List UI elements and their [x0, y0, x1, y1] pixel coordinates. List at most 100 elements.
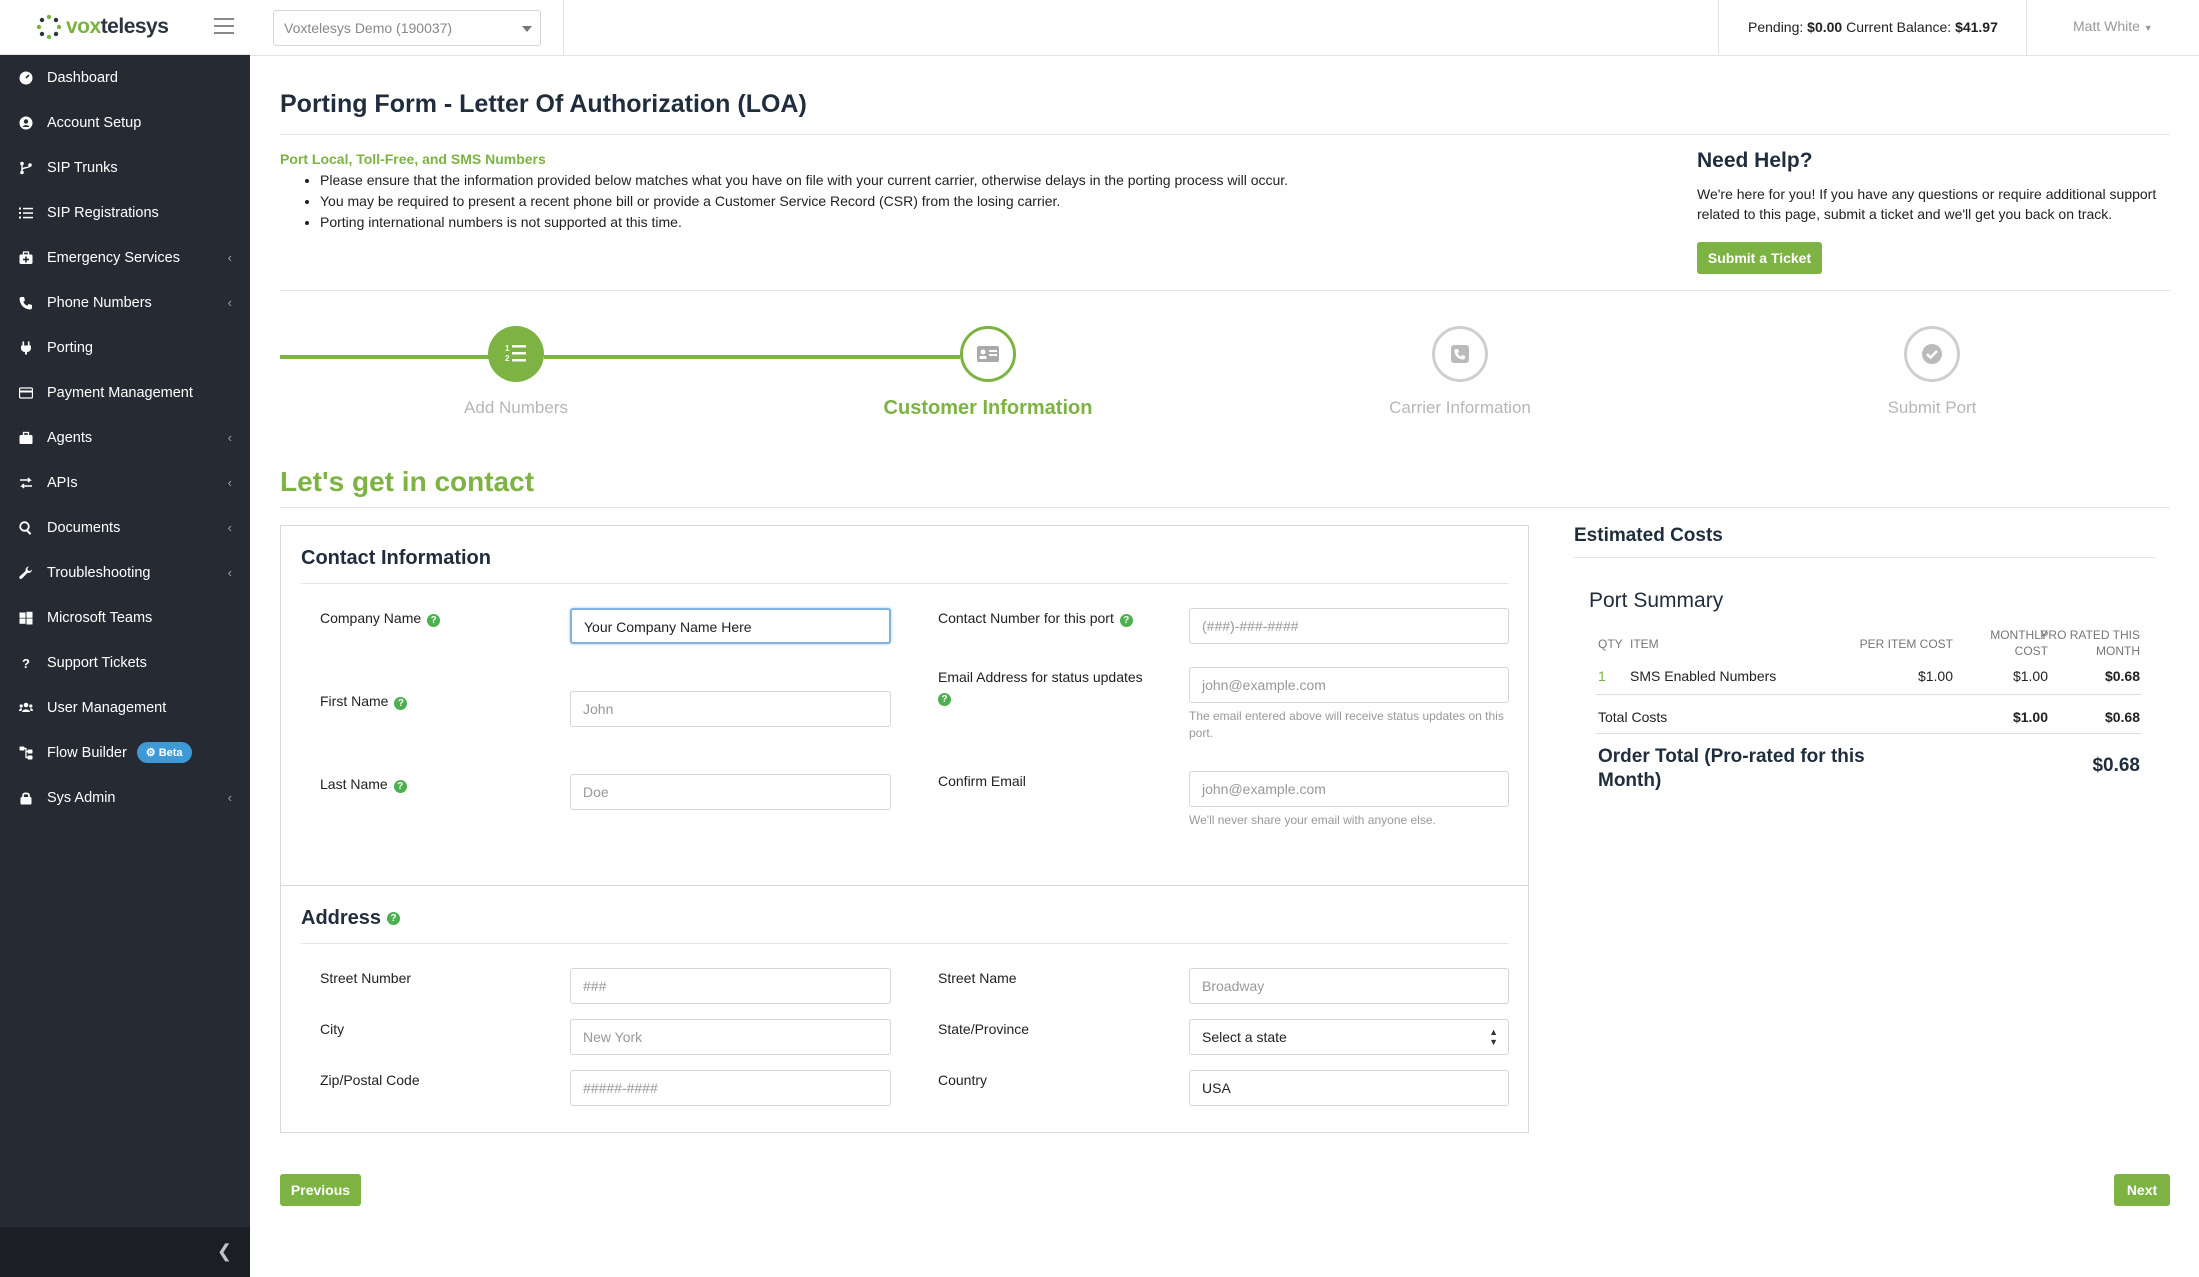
sidebar-item-label: Emergency Services: [47, 249, 180, 266]
help-icon[interactable]: ?: [938, 693, 951, 706]
step-customer-information[interactable]: [960, 326, 1016, 382]
next-button[interactable]: Next: [2114, 1174, 2170, 1206]
help-icon[interactable]: ?: [393, 780, 407, 793]
sidebar-item-flow-builder[interactable]: Flow Builder ⚙ Beta: [0, 730, 250, 775]
first-name-label: First Name?: [320, 691, 408, 711]
phone-square-icon: [1451, 345, 1469, 363]
card-title: Address?: [301, 907, 401, 930]
total-costs-label: Total Costs: [1598, 709, 1668, 725]
country-input[interactable]: USA: [1189, 1070, 1509, 1106]
sidebar-item-sys-admin[interactable]: Sys Admin ‹: [0, 775, 250, 820]
info-heading: Port Local, Toll-Free, and SMS Numbers: [280, 151, 546, 167]
sidebar-item-sip-trunks[interactable]: SIP Trunks: [0, 145, 250, 190]
zip-input[interactable]: #####-####: [570, 1070, 891, 1106]
sidebar-footer: ❮: [0, 1227, 250, 1277]
sidebar-item-label: Dashboard: [47, 69, 118, 86]
chevron-left-icon: ‹: [227, 565, 232, 580]
confirm-email-help-text: We'll never share your email with anyone…: [1189, 813, 1436, 827]
sidebar-item-sip-registrations[interactable]: SIP Registrations: [0, 190, 250, 235]
submit-ticket-button[interactable]: Submit a Ticket: [1697, 242, 1822, 274]
divider: [280, 134, 2170, 135]
row-prorated: $0.68: [2104, 668, 2140, 684]
svg-text:?: ?: [22, 656, 30, 670]
step-label: Carrier Information: [1389, 398, 1531, 417]
sidebar-item-payment-management[interactable]: Payment Management: [0, 370, 250, 415]
sidebar-item-agents[interactable]: Agents ‹: [0, 415, 250, 460]
sidebar-item-porting[interactable]: Porting: [0, 325, 250, 370]
help-icon[interactable]: ?: [1119, 614, 1133, 627]
sidebar-item-troubleshooting[interactable]: Troubleshooting ‹: [0, 550, 250, 595]
email-input[interactable]: john@example.com: [1189, 667, 1509, 703]
last-name-input[interactable]: Doe: [570, 774, 891, 810]
info-list: Please ensure that the information provi…: [320, 170, 1288, 233]
logo-icon: [36, 14, 62, 40]
chevron-left-icon: ‹: [227, 790, 232, 805]
user-menu[interactable]: Matt White ▼: [2073, 18, 2153, 34]
email-help-text: The email entered above will receive sta…: [1189, 709, 1504, 740]
total-monthly: $1.00: [2012, 709, 2048, 725]
help-icon[interactable]: ?: [427, 614, 441, 627]
state-select[interactable]: Select a state ▲ ▼: [1189, 1019, 1509, 1055]
step-label: Add Numbers: [464, 398, 568, 417]
first-name-input[interactable]: John: [570, 691, 891, 727]
step-carrier-information[interactable]: [1432, 326, 1488, 382]
step-label: Submit Port: [1887, 398, 1977, 417]
exchange-icon: [19, 476, 33, 490]
order-total-label: Order Total (Pro-rated for this Month): [1598, 746, 1865, 791]
sidebar-item-microsoft-teams[interactable]: Microsoft Teams: [0, 595, 250, 640]
step-connector: [544, 355, 960, 359]
sidebar-item-label: SIP Trunks: [47, 159, 118, 176]
confirm-email-input[interactable]: john@example.com: [1189, 771, 1509, 807]
id-card-icon: [977, 346, 999, 362]
street-name-input[interactable]: Broadway: [1189, 968, 1509, 1004]
topbar-divider: [1718, 0, 1719, 56]
dashboard-icon: [19, 71, 33, 85]
logo-text: voxtelesys: [66, 15, 169, 38]
numbered-list-icon: 1 2: [505, 344, 526, 363]
divider: [301, 583, 1508, 584]
info-item: Please ensure that the information provi…: [320, 170, 1288, 190]
help-icon[interactable]: ?: [387, 912, 401, 925]
sidebar-item-support-tickets[interactable]: ? Support Tickets: [0, 640, 250, 685]
col-item: ITEM: [1630, 637, 1659, 651]
row-monthly: $1.00: [2012, 668, 2048, 684]
contact-number-input[interactable]: (###)-###-####: [1189, 608, 1509, 644]
sidebar-item-apis[interactable]: APIs ‹: [0, 460, 250, 505]
previous-button[interactable]: Previous: [280, 1174, 361, 1206]
phone-icon: [19, 296, 33, 310]
sidebar-item-label: Sys Admin: [47, 789, 116, 806]
sidebar-item-label: Documents: [47, 519, 121, 536]
help-icon[interactable]: ?: [394, 697, 408, 710]
credit-card-icon: [19, 386, 33, 400]
chevron-left-icon: ‹: [227, 520, 232, 535]
sidebar-item-account-setup[interactable]: Account Setup: [0, 100, 250, 145]
country-label: Country: [938, 1072, 988, 1088]
company-name-input[interactable]: Your Company Name Here: [570, 608, 891, 644]
street-number-label: Street Number: [320, 970, 412, 986]
city-input[interactable]: New York: [570, 1019, 891, 1055]
plug-icon: [19, 341, 33, 355]
account-select[interactable]: Voxtelesys Demo (190037): [273, 10, 541, 46]
sidebar-item-label: Microsoft Teams: [47, 609, 153, 626]
hamburger-menu-icon[interactable]: [214, 18, 234, 36]
sidebar-item-documents[interactable]: Documents ‹: [0, 505, 250, 550]
sidebar-item-emergency-services[interactable]: Emergency Services ‹: [0, 235, 250, 280]
step-add-numbers[interactable]: 1 2: [488, 326, 544, 382]
street-name-label: Street Name: [938, 970, 1017, 986]
sidebar-item-label: Account Setup: [47, 114, 142, 131]
progress-stepper: 1 2 Add Numbers Customer Information Car…: [280, 326, 2170, 419]
sidebar-item-dashboard[interactable]: Dashboard: [0, 55, 250, 100]
chevron-down-icon: [522, 26, 532, 32]
sidebar-item-user-management[interactable]: User Management: [0, 685, 250, 730]
sitemap-icon: [19, 746, 33, 760]
step-submit-port[interactable]: [1904, 326, 1960, 382]
sidebar-item-label: Troubleshooting: [47, 564, 151, 581]
help-title: Need Help?: [1697, 149, 1813, 172]
state-select-value: Select a state: [1202, 1029, 1287, 1045]
row-divider: [1596, 694, 2141, 695]
sidebar-item-phone-numbers[interactable]: Phone Numbers ‹: [0, 280, 250, 325]
info-item: You may be required to present a recent …: [320, 191, 1288, 211]
collapse-sidebar-icon[interactable]: ❮: [217, 1241, 232, 1262]
brand-header: voxtelesys: [0, 0, 250, 55]
street-number-input[interactable]: ###: [570, 968, 891, 1004]
